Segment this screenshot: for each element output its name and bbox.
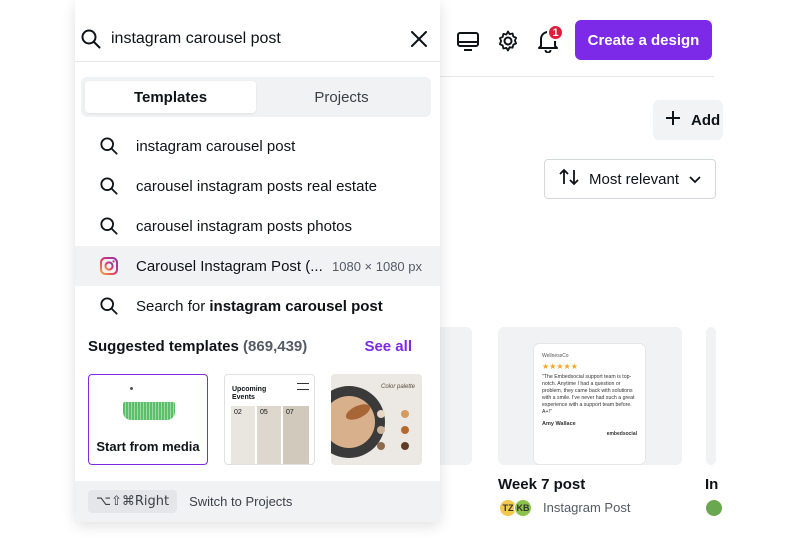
tab-projects[interactable]: Projects — [256, 81, 427, 113]
search-icon — [99, 136, 119, 156]
search-icon — [99, 296, 119, 316]
palette-swatch — [377, 410, 385, 418]
shortcut-label: Switch to Projects — [189, 494, 293, 509]
post-author: Amy Wallace — [542, 421, 576, 427]
avatar — [705, 499, 723, 517]
create-design-button[interactable]: Create a design — [575, 20, 712, 60]
design-type-label: Carousel Instagram Post (... — [136, 257, 323, 275]
palette-title: Color palette — [381, 384, 416, 390]
suggestion-item[interactable]: carousel instagram posts real estate — [75, 166, 440, 206]
tpl-events-subtitle: Events — [232, 394, 255, 401]
suggested-templates-heading: Suggested templates (869,439) — [88, 338, 307, 355]
search-icon — [99, 216, 119, 236]
media-illustration — [123, 402, 175, 420]
search-icon — [81, 29, 101, 54]
edge-card-title[interactable]: In — [705, 476, 718, 493]
tpl-events-heading: Upcoming Events — [232, 386, 266, 402]
avatar: KB — [514, 499, 532, 517]
event-date: 02 — [234, 409, 242, 416]
template-card-edge[interactable] — [706, 327, 716, 465]
desktop-icon[interactable] — [455, 28, 481, 54]
start-from-media-label: Start from media — [96, 439, 200, 454]
search-input[interactable] — [111, 26, 401, 52]
suggestion-text: carousel instagram posts photos — [136, 217, 352, 235]
palette-swatch — [401, 442, 409, 450]
card-subtitle: Instagram Post — [543, 500, 631, 515]
suggestion-item[interactable]: instagram carousel post — [75, 126, 440, 166]
notification-badge: 1 — [547, 24, 564, 41]
palette-swatch — [377, 442, 385, 450]
decor-lines — [297, 383, 309, 390]
event-col: 02 — [231, 406, 255, 464]
card-title[interactable]: Week 7 post — [498, 476, 585, 493]
suggested-templates-title: Suggested templates — [88, 338, 239, 355]
event-col: 07 — [283, 406, 309, 464]
design-dimensions: 1080 × 1080 px — [332, 258, 422, 274]
keyboard-hint-footer: ⌥⇧⌘Right Switch to Projects — [75, 481, 440, 522]
suggested-templates-count: (869,439) — [243, 338, 308, 355]
search-for-item[interactable]: Search for instagram carousel post — [75, 286, 440, 326]
event-date: 07 — [286, 409, 294, 416]
post-header: WellnessCo — [542, 353, 569, 359]
suggestion-item[interactable]: carousel instagram posts photos — [75, 206, 440, 246]
start-from-media-tile[interactable]: Start from media — [88, 374, 208, 465]
palette-swatch — [377, 426, 385, 434]
post-brand: embedsocial — [606, 431, 637, 437]
sort-icon — [559, 168, 579, 190]
decor-dot — [130, 387, 133, 390]
event-col: 05 — [257, 406, 281, 464]
instagram-icon — [99, 256, 119, 276]
chevron-down-icon — [689, 171, 701, 188]
gear-icon[interactable] — [495, 28, 521, 54]
shortcut-key: ⌥⇧⌘Right — [88, 490, 178, 513]
search-icon — [99, 176, 119, 196]
post-quote: "The Embedsocial support team is top-not… — [542, 374, 635, 415]
event-date: 05 — [260, 409, 268, 416]
template-thumbnail[interactable]: Upcoming Events 02 05 07 — [224, 374, 315, 465]
search-dropdown-panel: Templates Projects instagram carousel po… — [75, 0, 440, 522]
search-for-prefix: Search for — [136, 297, 210, 315]
add-button[interactable]: Add — [653, 100, 723, 140]
suggestion-text: instagram carousel post — [136, 137, 296, 155]
close-icon[interactable] — [411, 31, 427, 52]
star-rating: ★★★★★ — [542, 362, 578, 371]
add-button-label: Add — [691, 111, 721, 129]
topbar-divider — [440, 76, 714, 77]
template-thumbnail[interactable]: Color palette — [331, 374, 422, 465]
sort-dropdown[interactable]: Most relevant — [544, 159, 716, 199]
tpl-events-title: Upcoming — [232, 386, 267, 393]
palette-swatch — [401, 426, 409, 434]
palette-swatch — [401, 410, 409, 418]
sort-label: Most relevant — [589, 170, 680, 188]
see-all-link[interactable]: See all — [364, 338, 412, 355]
suggestion-text: carousel instagram posts real estate — [136, 177, 377, 195]
design-type-result[interactable]: Carousel Instagram Post (... 1080 × 1080… — [75, 246, 440, 286]
plus-icon — [665, 110, 681, 130]
search-bar — [75, 16, 440, 62]
search-for-query: instagram carousel post — [209, 297, 383, 315]
tab-templates[interactable]: Templates — [85, 81, 256, 113]
post-preview: WellnessCo ★★★★★ "The Embedsocial suppor… — [533, 343, 646, 465]
search-tabs: Templates Projects — [81, 77, 431, 117]
